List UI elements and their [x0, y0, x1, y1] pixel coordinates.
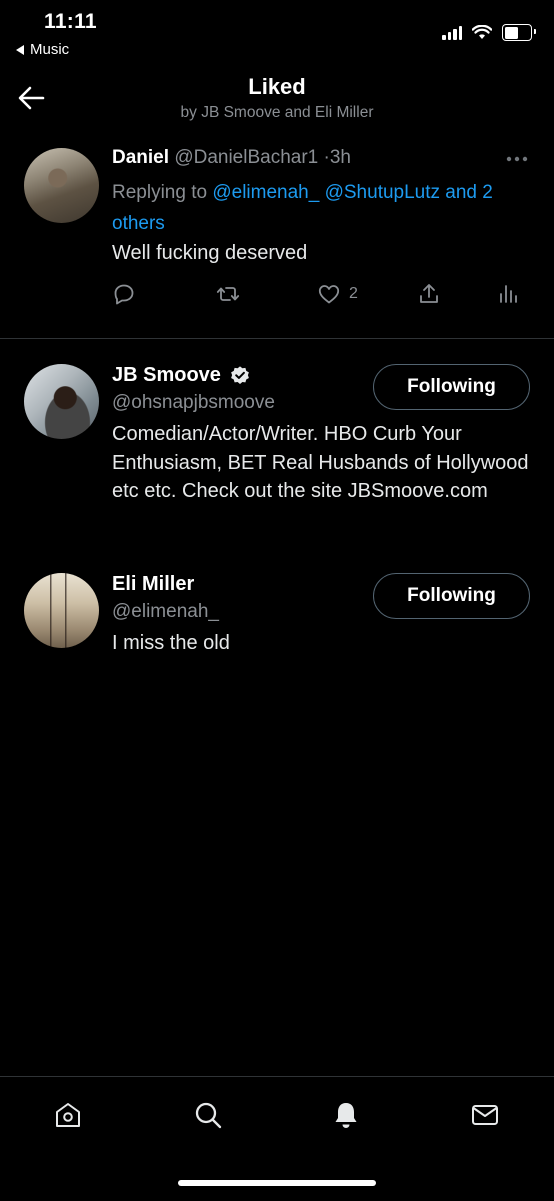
signal-icon: [442, 25, 462, 40]
tweet-actions: 2: [112, 282, 532, 312]
tweet-time: 3h: [329, 147, 351, 168]
messages-icon[interactable]: [470, 1100, 500, 1130]
tweet-text: Well fucking deserved: [112, 242, 308, 264]
status-time: 11:11: [44, 10, 97, 33]
retweet-button[interactable]: [216, 282, 240, 306]
status-bar: 11:11 Music: [0, 0, 554, 70]
following-button[interactable]: Following: [373, 364, 530, 410]
back-app-label: Music: [30, 41, 70, 58]
notifications-icon[interactable]: [331, 1100, 361, 1130]
user-bio: Comedian/Actor/Writer. HBO Curb Your Ent…: [112, 423, 529, 502]
avatar[interactable]: [24, 364, 99, 439]
share-button[interactable]: [417, 282, 441, 306]
like-button[interactable]: 2: [317, 282, 358, 306]
user-display-name[interactable]: JB Smoove: [112, 364, 251, 387]
wifi-icon: [472, 25, 492, 39]
tweet-header: Daniel @DanielBachar1 ·3h: [112, 147, 351, 169]
reply-button[interactable]: [112, 282, 136, 306]
page-header: Liked by JB Smoove and Eli Miller: [0, 70, 554, 132]
like-count: 2: [349, 285, 358, 302]
analytics-icon: [500, 285, 517, 303]
home-indicator: [178, 1180, 376, 1186]
page-title: Liked: [248, 74, 306, 99]
mention-link[interactable]: @elimenah_: [212, 182, 319, 203]
user-handle: @elimenah_: [112, 601, 219, 622]
user-handle: @ohsnapjbsmoove: [112, 392, 275, 413]
display-name[interactable]: Daniel: [112, 147, 169, 168]
user-handle: @DanielBachar1: [174, 147, 319, 168]
user-bio: I miss the old: [112, 632, 230, 654]
reply-icon: [114, 284, 134, 305]
battery-icon: [502, 24, 536, 41]
following-button[interactable]: Following: [373, 573, 530, 619]
analytics-button[interactable]: [496, 282, 520, 306]
back-to-app-link[interactable]: Music: [16, 41, 69, 58]
mention-link[interactable]: @ShutupLutz: [325, 182, 440, 203]
system-icons: [442, 24, 536, 41]
avatar[interactable]: [24, 573, 99, 648]
avatar[interactable]: [24, 148, 99, 223]
share-icon: [420, 284, 438, 303]
user-card[interactable]: JB Smoove @ohsnapjbsmoove Comedian/Actor…: [0, 364, 554, 544]
retweet-icon: [216, 287, 240, 301]
heart-icon: [318, 285, 340, 304]
search-icon[interactable]: [193, 1100, 223, 1130]
replying-to-label: Replying to: [112, 182, 213, 203]
back-triangle-icon: [16, 44, 24, 55]
user-card[interactable]: Eli Miller @elimenah_ I miss the old Fol…: [0, 573, 554, 663]
display-name: Eli Miller: [112, 573, 195, 595]
user-display-name[interactable]: Eli Miller: [112, 573, 194, 596]
more-options-icon[interactable]: [506, 156, 528, 162]
tweet[interactable]: Daniel @DanielBachar1 ·3h Replying to @e…: [0, 132, 554, 339]
verified-badge-icon: [231, 365, 249, 384]
page-subtitle: by JB Smoove and Eli Miller: [180, 104, 374, 121]
replying-to: Replying to @elimenah_ @ShutupLutz and 2…: [112, 177, 532, 239]
display-name: JB Smoove: [112, 364, 221, 386]
home-icon[interactable]: [53, 1100, 83, 1130]
